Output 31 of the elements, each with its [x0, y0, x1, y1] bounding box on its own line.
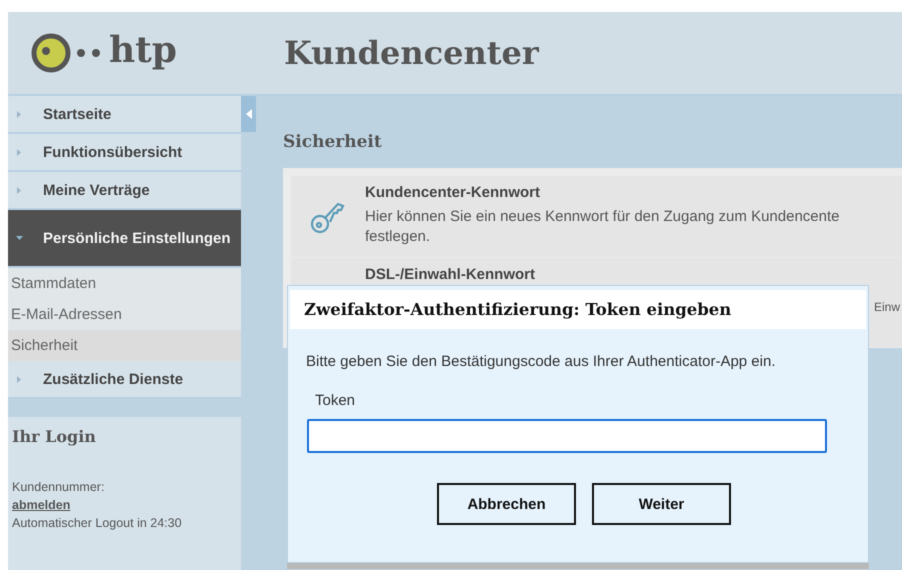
continue-button[interactable]: Weiter [592, 483, 731, 525]
submenu-item[interactable]: E-Mail-Adressen [8, 299, 241, 330]
caret-icon [16, 234, 23, 242]
cancel-button[interactable]: Abbrechen [437, 483, 576, 525]
caret-icon [16, 110, 23, 118]
submenu-item[interactable]: Sicherheit [8, 330, 241, 361]
section-heading: Sicherheit [283, 132, 383, 152]
page-title: Kundencenter [284, 34, 539, 72]
dialog-message: Bitte geben Sie den Bestätigungscode aus Ihrer Authenticator-App ein. [306, 353, 776, 370]
nav-item[interactable]: Startseite [8, 96, 241, 134]
logout-link[interactable]: abmelden [12, 496, 70, 514]
caret-icon [246, 109, 252, 119]
nav-item[interactable]: Funktionsübersicht [8, 134, 241, 172]
nav-item[interactable]: Persönliche Einstellungen [8, 210, 241, 268]
submenu-item[interactable]: Stammdaten [8, 268, 241, 299]
caret-icon [16, 376, 23, 382]
logout-timer: Automatischer Logout in 24:30 [12, 515, 182, 532]
customer-number-label: Kundennummer: [12, 479, 104, 496]
nav-item[interactable]: Meine Verträge [8, 172, 241, 210]
token-input-field[interactable] [307, 419, 827, 453]
nav-item[interactable]: Zusätzliche Dienste [8, 361, 241, 399]
login-title: Ihr Login [12, 427, 96, 446]
dialog-title: Zweifaktor-Authentifizierung: Token eingeben [290, 290, 866, 329]
item-title[interactable]: DSL-/Einwahl-Kennwort [365, 266, 902, 283]
logo-text: htp [109, 29, 177, 71]
item-description: Einw [874, 299, 900, 316]
caret-icon [16, 148, 23, 156]
item-description: Hier können Sie ein neues Kennwort für den Zugang zum Kundencente festlegen. [365, 207, 840, 247]
field-label: Token [315, 392, 356, 409]
caret-icon [16, 186, 23, 194]
item-title[interactable]: Kundencenter-Kennwort [365, 184, 902, 201]
